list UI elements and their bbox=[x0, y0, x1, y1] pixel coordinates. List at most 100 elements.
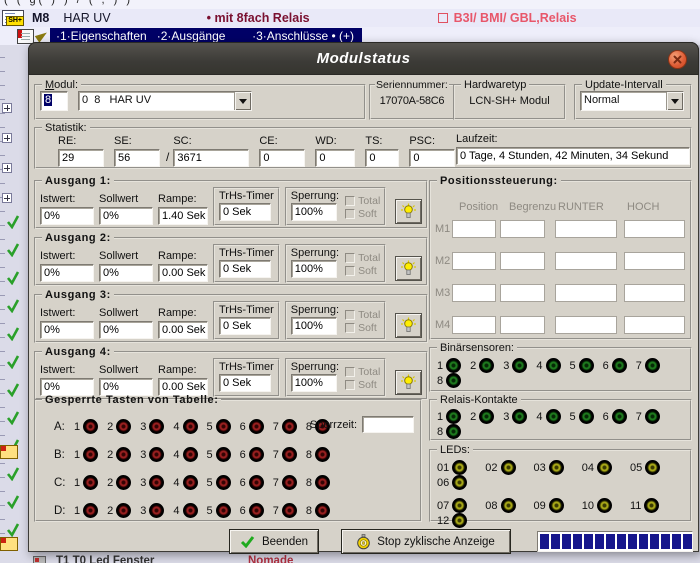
lamp-button[interactable] bbox=[395, 370, 422, 395]
progress-segment bbox=[672, 534, 681, 549]
flag-checkbox-icon[interactable] bbox=[438, 13, 448, 23]
stat-se-field[interactable]: 56 bbox=[114, 149, 160, 167]
sollwert-field[interactable]: 0% bbox=[99, 207, 153, 225]
lamp-button[interactable] bbox=[395, 199, 422, 224]
total-checkbox[interactable]: Total bbox=[345, 252, 380, 264]
istwert-field[interactable]: 0% bbox=[40, 264, 94, 282]
status-led bbox=[579, 409, 594, 424]
binaersensoren-leds: 12345678 bbox=[435, 354, 686, 388]
hoch-field[interactable] bbox=[624, 252, 685, 270]
begrenzung-field[interactable] bbox=[500, 316, 545, 334]
sperrung-field[interactable]: 100% bbox=[291, 317, 337, 335]
rampe-field[interactable]: 1.40 Sek bbox=[158, 207, 208, 225]
trhs-field[interactable]: 0 Sek bbox=[219, 203, 271, 221]
stat-ce-field[interactable]: 0 bbox=[259, 149, 305, 167]
trhs-field[interactable]: 0 Sek bbox=[219, 374, 271, 392]
modul-number-input[interactable]: 8 bbox=[40, 91, 68, 111]
sollwert-field[interactable]: 0% bbox=[99, 321, 153, 339]
stat-sc-field[interactable]: 3671 bbox=[173, 149, 249, 167]
status-led bbox=[579, 358, 594, 373]
sperrzeit-field[interactable] bbox=[362, 416, 414, 433]
tree-check-icon bbox=[5, 327, 21, 341]
led-cell: 07 bbox=[437, 498, 467, 513]
tree-expand-button[interactable] bbox=[2, 133, 12, 143]
status-led bbox=[249, 419, 264, 434]
close-icon[interactable] bbox=[668, 50, 687, 69]
ausgang2-group: Ausgang 2: Istwert:0% Sollwert0% Rampe:0… bbox=[34, 232, 428, 286]
rampe-field[interactable]: 0.00 Sek bbox=[158, 264, 208, 282]
trhs-field[interactable]: 0 Sek bbox=[219, 260, 271, 278]
runter-field[interactable] bbox=[555, 252, 617, 270]
soft-checkbox[interactable]: Soft bbox=[345, 322, 380, 334]
modul-combobox[interactable]: 0 8 HAR UV bbox=[78, 91, 252, 111]
stat-wd-field[interactable]: 0 bbox=[315, 149, 355, 167]
begrenzung-field[interactable] bbox=[500, 252, 545, 270]
position-field[interactable] bbox=[452, 284, 496, 302]
laufzeit-field[interactable]: 0 Tage, 4 Stunden, 42 Minuten, 34 Sekund bbox=[456, 147, 690, 165]
led-cell: 5 bbox=[207, 475, 231, 490]
led-cell: 1 bbox=[437, 358, 461, 373]
status-led bbox=[116, 447, 131, 462]
stat-psc-field[interactable]: 0 bbox=[409, 149, 455, 167]
sperrung-field[interactable]: 100% bbox=[291, 374, 337, 392]
led-cell: 6 bbox=[603, 358, 627, 373]
total-checkbox[interactable]: Total bbox=[345, 195, 380, 207]
led-number: 3 bbox=[140, 421, 146, 433]
update-intervall-combobox[interactable]: Normal bbox=[580, 91, 684, 111]
led-cell: 1 bbox=[74, 447, 98, 462]
soft-checkbox[interactable]: Soft bbox=[345, 208, 380, 220]
hoch-field[interactable] bbox=[624, 284, 685, 302]
led-cell: 4 bbox=[536, 358, 560, 373]
tree-expand-button[interactable] bbox=[2, 193, 12, 203]
led-number: 8 bbox=[437, 375, 443, 387]
runter-field[interactable] bbox=[555, 284, 617, 302]
led-cell: 6 bbox=[240, 503, 264, 518]
lamp-button[interactable] bbox=[395, 256, 422, 281]
soft-checkbox[interactable]: Soft bbox=[345, 265, 380, 277]
runter-field[interactable] bbox=[555, 316, 617, 334]
runter-field[interactable] bbox=[555, 220, 617, 238]
stat-label: WD: bbox=[315, 135, 355, 147]
led-number: 5 bbox=[207, 477, 213, 489]
beenden-button[interactable]: Beenden bbox=[229, 529, 319, 554]
position-field[interactable] bbox=[452, 316, 496, 334]
total-checkbox[interactable]: Total bbox=[345, 366, 380, 378]
dialog-titlebar[interactable]: Modulstatus bbox=[28, 42, 699, 75]
stat-re-field[interactable]: 29 bbox=[58, 149, 104, 167]
lamp-button[interactable] bbox=[395, 313, 422, 338]
trhs-field[interactable]: 0 Sek bbox=[219, 317, 271, 335]
sollwert-field[interactable]: 0% bbox=[99, 264, 153, 282]
dropdown-arrow-icon[interactable] bbox=[666, 92, 683, 110]
hoch-field[interactable] bbox=[624, 220, 685, 238]
stat-ts-field[interactable]: 0 bbox=[365, 149, 399, 167]
status-led bbox=[249, 447, 264, 462]
position-field[interactable] bbox=[452, 220, 496, 238]
leds-group: LEDs: 010203040506 070809101112 bbox=[429, 444, 692, 522]
status-led bbox=[282, 475, 297, 490]
led-number: 2 bbox=[107, 449, 113, 461]
istwert-field[interactable]: 0% bbox=[40, 207, 94, 225]
status-led bbox=[512, 358, 527, 373]
begrenzung-field[interactable] bbox=[500, 284, 545, 302]
table-row: B:12345678 bbox=[54, 447, 416, 462]
stop-zyklische-anzeige-button[interactable]: Stop zyklische Anzeige bbox=[341, 529, 511, 554]
seriennummer-label: Seriennummer: bbox=[375, 79, 449, 91]
position-field[interactable] bbox=[452, 252, 496, 270]
begrenzung-field[interactable] bbox=[500, 220, 545, 238]
rampe-field[interactable]: 0.00 Sek bbox=[158, 321, 208, 339]
tree-expand-button[interactable] bbox=[2, 163, 12, 173]
dropdown-arrow-icon[interactable] bbox=[234, 92, 251, 110]
sollwert-label: Sollwert bbox=[99, 250, 153, 262]
led-cell: 3 bbox=[140, 447, 164, 462]
hoch-field[interactable] bbox=[624, 316, 685, 334]
total-checkbox[interactable]: Total bbox=[345, 309, 380, 321]
soft-checkbox[interactable]: Soft bbox=[345, 379, 380, 391]
led-cell: 3 bbox=[140, 503, 164, 518]
sperrung-label: Sperrung: bbox=[291, 190, 339, 202]
module-tree-row[interactable]: SH+ M8 HAR UV • mit 8fach Relais B3I/ BM… bbox=[0, 9, 700, 27]
tree-expand-button[interactable] bbox=[2, 103, 12, 113]
istwert-field[interactable]: 0% bbox=[40, 321, 94, 339]
sperrung-field[interactable]: 100% bbox=[291, 203, 337, 221]
sperrung-field[interactable]: 100% bbox=[291, 260, 337, 278]
positionssteuerung-title: Positionssteuerung: bbox=[437, 175, 561, 187]
